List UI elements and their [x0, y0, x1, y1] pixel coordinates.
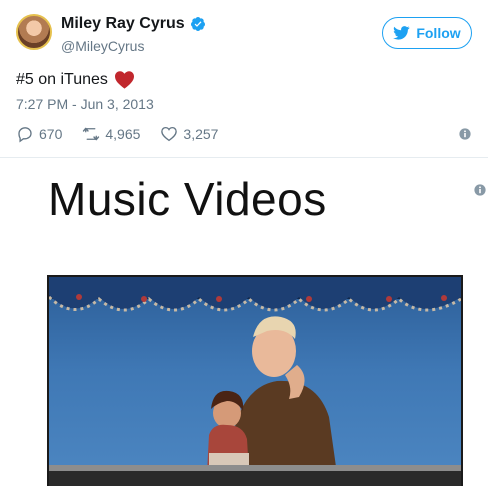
- retweet-action[interactable]: 4,965: [82, 125, 140, 143]
- tweet-embed: Miley Ray Cyrus @MileyCyrus Follow #5 on…: [0, 0, 488, 160]
- tweet-text-content: #5 on iTunes: [16, 70, 108, 88]
- author-handle[interactable]: @MileyCyrus: [61, 38, 144, 54]
- like-count: 3,257: [183, 126, 219, 142]
- reply-action[interactable]: 670: [16, 125, 62, 143]
- display-name[interactable]: Miley Ray Cyrus: [61, 15, 185, 33]
- retweet-count: 4,965: [105, 126, 141, 142]
- retweet-icon: [83, 127, 100, 141]
- avatar[interactable]: [16, 14, 52, 50]
- author-name-row: Miley Ray Cyrus: [61, 15, 206, 33]
- tweet-timestamp[interactable]: 7:27 PM - Jun 3, 2013: [16, 96, 154, 112]
- card-info-icon[interactable]: [474, 184, 486, 196]
- reply-icon: [18, 127, 32, 143]
- follow-label: Follow: [416, 25, 461, 41]
- video-thumbnail[interactable]: [47, 275, 463, 486]
- video-frame-illustration: [49, 277, 461, 486]
- tweet-text: #5 on iTunes: [16, 70, 135, 89]
- verified-badge-icon: [190, 17, 205, 31]
- tweet-actions: 670 4,965 3,257: [16, 125, 238, 143]
- follow-button[interactable]: Follow: [382, 17, 472, 49]
- reply-count: 670: [39, 126, 63, 142]
- like-icon: [161, 126, 178, 142]
- red-heart-emoji-icon: [114, 71, 134, 89]
- info-icon[interactable]: [459, 128, 471, 140]
- like-action[interactable]: 3,257: [160, 125, 218, 143]
- media-card[interactable]: Music Videos: [0, 158, 488, 486]
- twitter-bird-icon: [393, 26, 410, 40]
- card-title: Music Videos: [48, 173, 327, 225]
